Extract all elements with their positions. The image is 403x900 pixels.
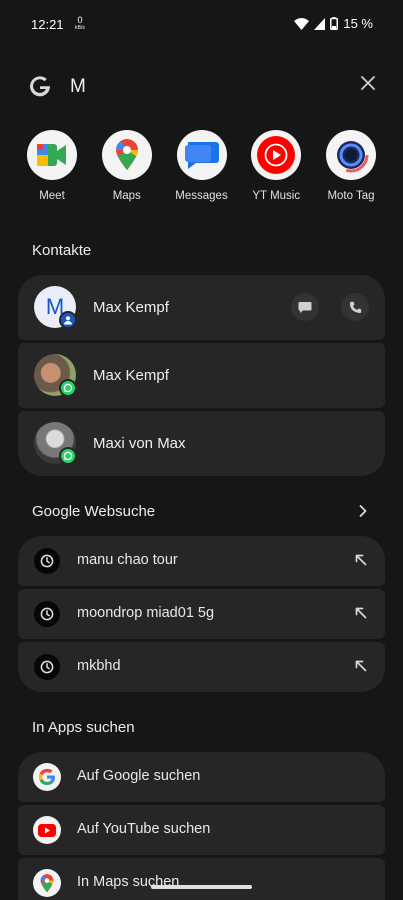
messages-icon [176,130,227,180]
contacts-list: M Max Kempf Max Kempf Maxi von Max [18,275,385,476]
search-in-app-text: Auf Google suchen [77,768,201,784]
contacts-badge-icon [59,311,77,329]
in-apps-search-list: Auf Google suchen Auf YouTube suchen In … [18,752,385,900]
moto-tag-icon [326,130,376,180]
clear-search-icon[interactable] [361,76,375,90]
contact-name: Max Kempf [93,299,169,316]
chat-bubble-icon [298,301,312,313]
google-meet-icon [27,130,77,180]
battery-percent: 15 % [343,16,373,31]
app-results: Meet Maps Messages YT Music Moto Tag [15,130,388,202]
app-label: YT Music [252,190,301,202]
data-rate-unit: kB/s [75,25,85,31]
fill-query-arrow-icon[interactable] [355,660,367,672]
search-in-app-row[interactable]: Auf YouTube suchen [18,805,385,855]
contact-row[interactable]: M Max Kempf [18,275,385,340]
app-maps[interactable]: Maps [90,130,164,202]
search-history-row[interactable]: mkbhd [18,642,385,692]
app-label: Maps [112,190,141,202]
search-history-text: mkbhd [77,658,121,674]
battery-icon [330,17,339,30]
history-clock-icon [34,654,60,680]
google-icon [33,763,61,791]
search-in-app-text: Auf YouTube suchen [77,821,211,837]
search-history-text: moondrop miad01 5g [77,605,215,621]
app-label: Meet [39,190,65,202]
yt-music-icon [251,130,302,180]
google-maps-icon [101,130,152,180]
search-history-text: manu chao tour [77,552,178,568]
contacts-section-title: Kontakte [32,242,92,259]
whatsapp-badge-icon [59,447,77,465]
whatsapp-badge-icon [59,379,77,397]
data-rate-value: 0 [77,15,83,25]
message-contact-button[interactable] [291,293,319,321]
call-contact-button[interactable] [341,293,369,321]
in-apps-section-title: In Apps suchen [32,719,135,736]
google-g-icon [30,76,51,97]
fill-query-arrow-icon[interactable] [355,607,367,619]
app-yt-music[interactable]: YT Music [239,130,313,202]
data-rate-indicator: 0 kB/s [73,15,87,32]
contact-row[interactable]: Maxi von Max [18,411,385,476]
youtube-icon [33,816,61,844]
app-meet[interactable]: Meet [15,130,89,202]
app-messages[interactable]: Messages [165,130,239,202]
search-history-row[interactable]: moondrop miad01 5g [18,589,385,639]
search-input[interactable]: M [70,76,86,98]
contact-name: Maxi von Max [93,435,186,452]
app-moto-tag[interactable]: Moto Tag [314,130,388,202]
status-bar: 12:21 0 kB/s 15 % [0,0,403,48]
cell-signal-icon [314,17,326,30]
google-maps-icon [33,869,61,897]
chevron-right-icon[interactable] [359,505,367,517]
web-search-history-list: manu chao tour moondrop miad01 5g mkbhd [18,536,385,692]
history-clock-icon [34,601,60,627]
search-history-row[interactable]: manu chao tour [18,536,385,586]
app-label: Messages [175,190,228,202]
contact-name: Max Kempf [93,367,169,384]
status-time: 12:21 [31,17,64,32]
search-in-app-row[interactable]: Auf Google suchen [18,752,385,802]
fill-query-arrow-icon[interactable] [355,554,367,566]
gesture-navigation-bar[interactable] [151,885,252,889]
history-clock-icon [34,548,60,574]
web-search-section-title: Google Websuche [32,503,156,520]
app-label: Moto Tag [327,190,375,202]
phone-icon [349,301,361,313]
search-bar: M [0,60,403,112]
search-in-app-row[interactable]: In Maps suchen [18,858,385,900]
wifi-icon [294,17,310,30]
contact-row[interactable]: Max Kempf [18,343,385,408]
